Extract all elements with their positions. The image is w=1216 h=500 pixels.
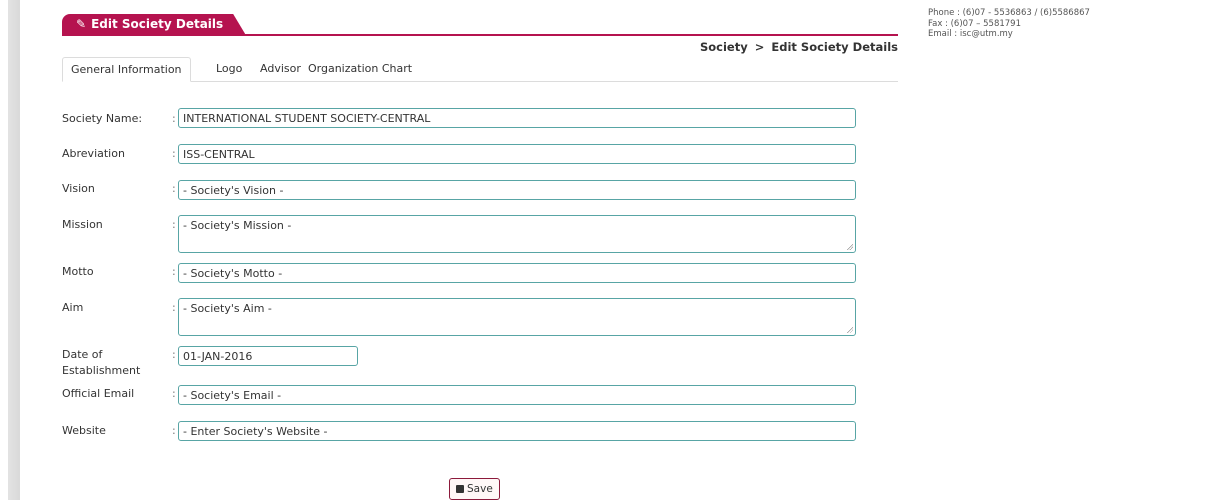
date-established-label-line1: Date of bbox=[62, 348, 103, 361]
society-name-input[interactable]: INTERNATIONAL STUDENT SOCIETY-CENTRAL bbox=[178, 108, 856, 128]
contact-phone: Phone : (6)07 - 5536863 / (6)5586867 bbox=[928, 8, 1090, 18]
official-email-input[interactable]: - Society's Email - bbox=[178, 385, 856, 405]
separator-colon: : bbox=[172, 218, 176, 231]
panel-title: Edit Society Details bbox=[91, 17, 224, 31]
contact-fax: Fax : (6)07 – 5581791 bbox=[928, 18, 1021, 29]
separator-colon: : bbox=[172, 348, 176, 361]
tab-organization-chart[interactable]: Organization Chart bbox=[308, 57, 412, 80]
society-name-label: Society Name: bbox=[62, 112, 143, 125]
aim-label: Aim bbox=[62, 301, 84, 314]
mission-text: - Society's Mission - bbox=[183, 219, 292, 232]
separator-colon: : bbox=[172, 112, 176, 125]
date-established-label: Date of Establishment bbox=[62, 348, 162, 378]
breadcrumb-separator: > bbox=[754, 40, 765, 54]
floppy-disk-icon bbox=[456, 485, 464, 493]
vision-input[interactable]: - Society's Vision - bbox=[178, 180, 856, 200]
motto-input[interactable]: - Society's Motto - bbox=[178, 263, 856, 283]
panel-header-line bbox=[62, 34, 898, 36]
save-button[interactable]: Save bbox=[449, 478, 500, 500]
resize-handle-icon[interactable] bbox=[846, 243, 853, 250]
tab-general-information[interactable]: General Information bbox=[62, 57, 191, 82]
breadcrumb-current: Edit Society Details bbox=[771, 40, 898, 54]
save-button-label: Save bbox=[467, 483, 493, 495]
website-label: Website bbox=[62, 424, 106, 437]
contact-email: Email : isc@utm.my bbox=[928, 29, 1013, 39]
aim-text: - Society's Aim - bbox=[183, 302, 272, 315]
aim-textarea[interactable]: - Society's Aim - bbox=[178, 298, 856, 336]
website-input[interactable]: - Enter Society's Website - bbox=[178, 421, 856, 441]
breadcrumb: Society > Edit Society Details bbox=[700, 40, 898, 54]
tab-logo[interactable]: Logo bbox=[216, 57, 242, 80]
mission-textarea[interactable]: - Society's Mission - bbox=[178, 215, 856, 253]
vision-label: Vision bbox=[62, 182, 95, 195]
date-established-input[interactable]: 01-JAN-2016 bbox=[178, 346, 358, 366]
abbreviation-label: Abreviation bbox=[62, 147, 125, 160]
separator-colon: : bbox=[172, 147, 176, 160]
edit-icon: ✎ bbox=[76, 17, 87, 31]
abbreviation-input[interactable]: ISS-CENTRAL bbox=[178, 144, 856, 164]
official-email-label: Official Email bbox=[62, 387, 135, 400]
panel-header-tab: ✎ Edit Society Details bbox=[62, 14, 245, 34]
resize-handle-icon[interactable] bbox=[846, 326, 853, 333]
tab-bar: General Information Logo Advisor Organiz… bbox=[62, 57, 898, 82]
tab-advisor[interactable]: Advisor bbox=[260, 57, 301, 80]
separator-colon: : bbox=[172, 424, 176, 437]
separator-colon: : bbox=[172, 182, 176, 195]
mission-label: Mission bbox=[62, 218, 103, 231]
left-sidebar-edge bbox=[0, 0, 20, 500]
separator-colon: : bbox=[172, 265, 176, 278]
date-established-label-line2: Establishment bbox=[62, 364, 141, 377]
breadcrumb-root[interactable]: Society bbox=[700, 40, 748, 54]
separator-colon: : bbox=[172, 301, 176, 314]
separator-colon: : bbox=[172, 387, 176, 400]
contact-info: Phone : (6)07 - 5536863 / (6)5586867 Fax… bbox=[928, 8, 1090, 40]
motto-label: Motto bbox=[62, 265, 94, 278]
